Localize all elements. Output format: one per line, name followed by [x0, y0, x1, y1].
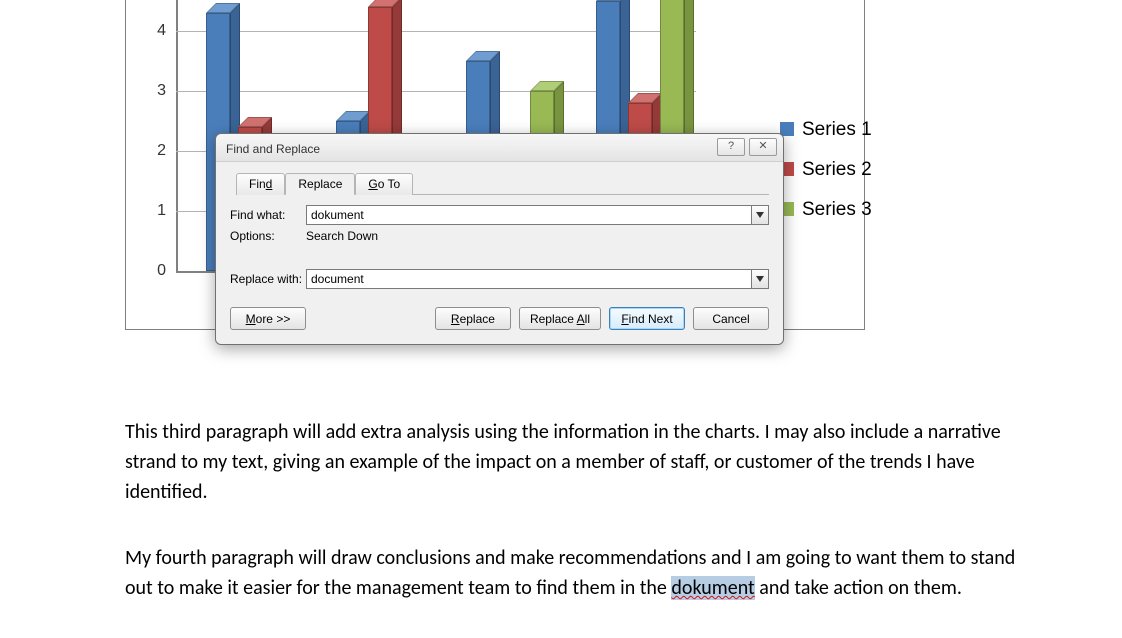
legend-label: Series 2 [802, 159, 872, 180]
tab-label: o To [378, 177, 400, 191]
body-paragraph[interactable]: This third paragraph will add extra anal… [125, 417, 1037, 507]
options-label: Options: [230, 229, 306, 243]
find-what-label: Find what: [230, 208, 306, 222]
y-tick-label: 1 [157, 202, 166, 220]
legend-item: Series 3 [780, 190, 872, 230]
dialog-title: Find and Replace [226, 142, 320, 156]
legend-item: Series 1 [780, 110, 872, 150]
dialog-body: Find Replace Go To Find what: Options: S… [216, 162, 783, 344]
y-tick-label: 0 [157, 262, 166, 280]
replace-with-input[interactable] [306, 269, 751, 289]
dialog-button-row: More >> Replace Replace All Find Next Ca… [230, 307, 769, 330]
chevron-down-icon [756, 276, 764, 282]
tab-label: Replace [298, 177, 342, 191]
y-tick-label: 4 [157, 22, 166, 40]
replace-with-dropdown[interactable] [751, 269, 769, 289]
tab-label-accel: d [266, 177, 273, 191]
tab-label-accel: G [368, 177, 377, 191]
replace-all-button[interactable]: Replace All [519, 307, 601, 330]
help-button[interactable]: ? [717, 138, 745, 156]
tab-goto[interactable]: Go To [355, 173, 413, 195]
find-what-input[interactable] [306, 205, 751, 225]
more-button[interactable]: More >> [230, 307, 306, 330]
close-button[interactable]: ✕ [749, 138, 777, 156]
body-paragraph[interactable]: My fourth paragraph will draw conclusion… [125, 543, 1037, 603]
find-replace-dialog: Find and Replace ? ✕ Find Replace Go To … [215, 133, 784, 345]
legend-label: Series 3 [802, 199, 872, 220]
tab-find[interactable]: Find [236, 173, 285, 195]
legend-label: Series 1 [802, 119, 872, 140]
y-tick-label: 3 [157, 82, 166, 100]
paragraph-text: and take action on them. [755, 576, 962, 600]
tab-label: Fin [249, 177, 266, 191]
replace-with-label: Replace with: [230, 272, 306, 286]
chart-legend: Series 1 Series 2 Series 3 [780, 110, 872, 230]
find-next-button[interactable]: Find Next [609, 307, 685, 330]
replace-with-combo [306, 269, 769, 289]
y-tick-label: 2 [157, 142, 166, 160]
replace-button[interactable]: Replace [435, 307, 511, 330]
find-what-combo [306, 205, 769, 225]
dialog-tabs: Find Replace Go To [236, 172, 769, 195]
cancel-button[interactable]: Cancel [693, 307, 769, 330]
find-what-dropdown[interactable] [751, 205, 769, 225]
highlighted-misspelling[interactable]: dokument [671, 576, 754, 600]
options-value: Search Down [306, 229, 378, 243]
y-axis: 0 1 2 3 4 5 [146, 0, 176, 291]
legend-item: Series 2 [780, 150, 872, 190]
chevron-down-icon [756, 212, 764, 218]
dialog-titlebar[interactable]: Find and Replace ? ✕ [216, 134, 783, 162]
tab-replace[interactable]: Replace [285, 173, 355, 195]
